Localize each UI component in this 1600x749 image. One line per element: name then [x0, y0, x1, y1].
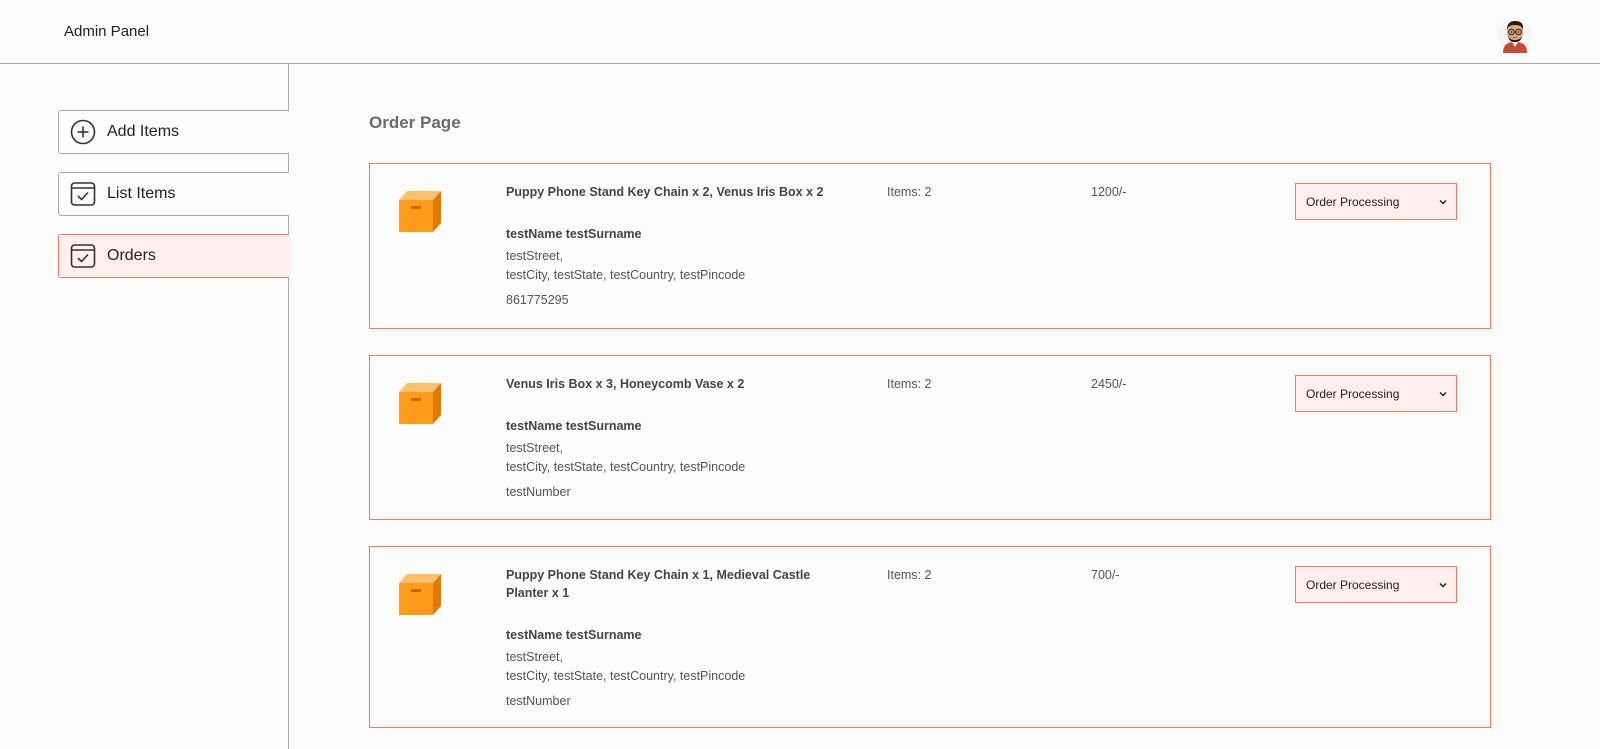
- customer-phone: testNumber: [506, 485, 571, 499]
- order-items: Puppy Phone Stand Key Chain x 1, Medieva…: [506, 568, 811, 600]
- address-city-line: testCity, testState, testCountry, testPi…: [506, 669, 746, 683]
- items-count: Items: 2: [887, 377, 932, 391]
- order-card: Venus Iris Box x 3, Honeycomb Vase x 2 t…: [369, 355, 1491, 520]
- order-status-select[interactable]: Order Processing: [1295, 183, 1457, 220]
- address-city-line: testCity, testState, testCountry, testPi…: [506, 268, 746, 282]
- address-street: testStreet,: [506, 249, 563, 263]
- status-value: Order Processing: [1306, 577, 1400, 592]
- parcel-box-icon: [395, 571, 441, 617]
- chevron-down-icon: [1438, 197, 1448, 207]
- page-title: Order Page: [369, 113, 461, 132]
- sidebar-item-label: List Items: [107, 185, 176, 202]
- customer-name: testName testSurname: [506, 419, 642, 433]
- order-status-select[interactable]: Order Processing: [1295, 566, 1457, 603]
- items-count: Items: 2: [887, 185, 932, 199]
- sidebar: Add Items List Items Orders: [0, 64, 289, 749]
- order-amount: 700/-: [1091, 568, 1120, 582]
- order-amount: 2450/-: [1091, 377, 1127, 391]
- sidebar-item-orders[interactable]: Orders: [58, 234, 289, 278]
- customer-name: testName testSurname: [506, 628, 642, 642]
- main-content: Order Page Puppy Phone Stand Key Chain x…: [290, 64, 1600, 749]
- add-circle-icon: [69, 118, 97, 146]
- chevron-down-icon: [1438, 389, 1448, 399]
- customer-phone: testNumber: [506, 694, 571, 708]
- parcel-box-icon: [395, 380, 441, 426]
- address-street: testStreet,: [506, 650, 563, 664]
- order-status-select[interactable]: Order Processing: [1295, 375, 1457, 412]
- address-city-line: testCity, testState, testCountry, testPi…: [506, 460, 746, 474]
- order-items: Venus Iris Box x 3, Honeycomb Vase x 2: [506, 377, 745, 391]
- order-amount: 1200/-: [1091, 185, 1127, 199]
- customer-name: testName testSurname: [506, 227, 642, 241]
- checklist-icon: [69, 180, 97, 208]
- sidebar-item-label: Add Items: [107, 123, 180, 140]
- order-items: Puppy Phone Stand Key Chain x 2, Venus I…: [506, 185, 824, 199]
- profile-avatar-icon[interactable]: [1497, 17, 1533, 53]
- checklist-icon: [69, 242, 97, 270]
- sidebar-item-list-items[interactable]: List Items: [58, 172, 289, 216]
- status-value: Order Processing: [1306, 386, 1400, 401]
- order-card: Puppy Phone Stand Key Chain x 1, Medieva…: [369, 546, 1491, 728]
- customer-phone: 861775295: [506, 293, 569, 307]
- chevron-down-icon: [1438, 580, 1448, 590]
- status-value: Order Processing: [1306, 194, 1400, 209]
- sidebar-item-add-items[interactable]: Add Items: [58, 110, 289, 154]
- address-street: testStreet,: [506, 441, 563, 455]
- top-navbar: Admin Panel: [0, 0, 1600, 64]
- sidebar-item-label: Orders: [107, 247, 156, 264]
- parcel-box-icon: [395, 188, 441, 234]
- items-count: Items: 2: [887, 568, 932, 582]
- order-card: Puppy Phone Stand Key Chain x 2, Venus I…: [369, 163, 1491, 329]
- app-title: Admin Panel: [64, 23, 150, 40]
